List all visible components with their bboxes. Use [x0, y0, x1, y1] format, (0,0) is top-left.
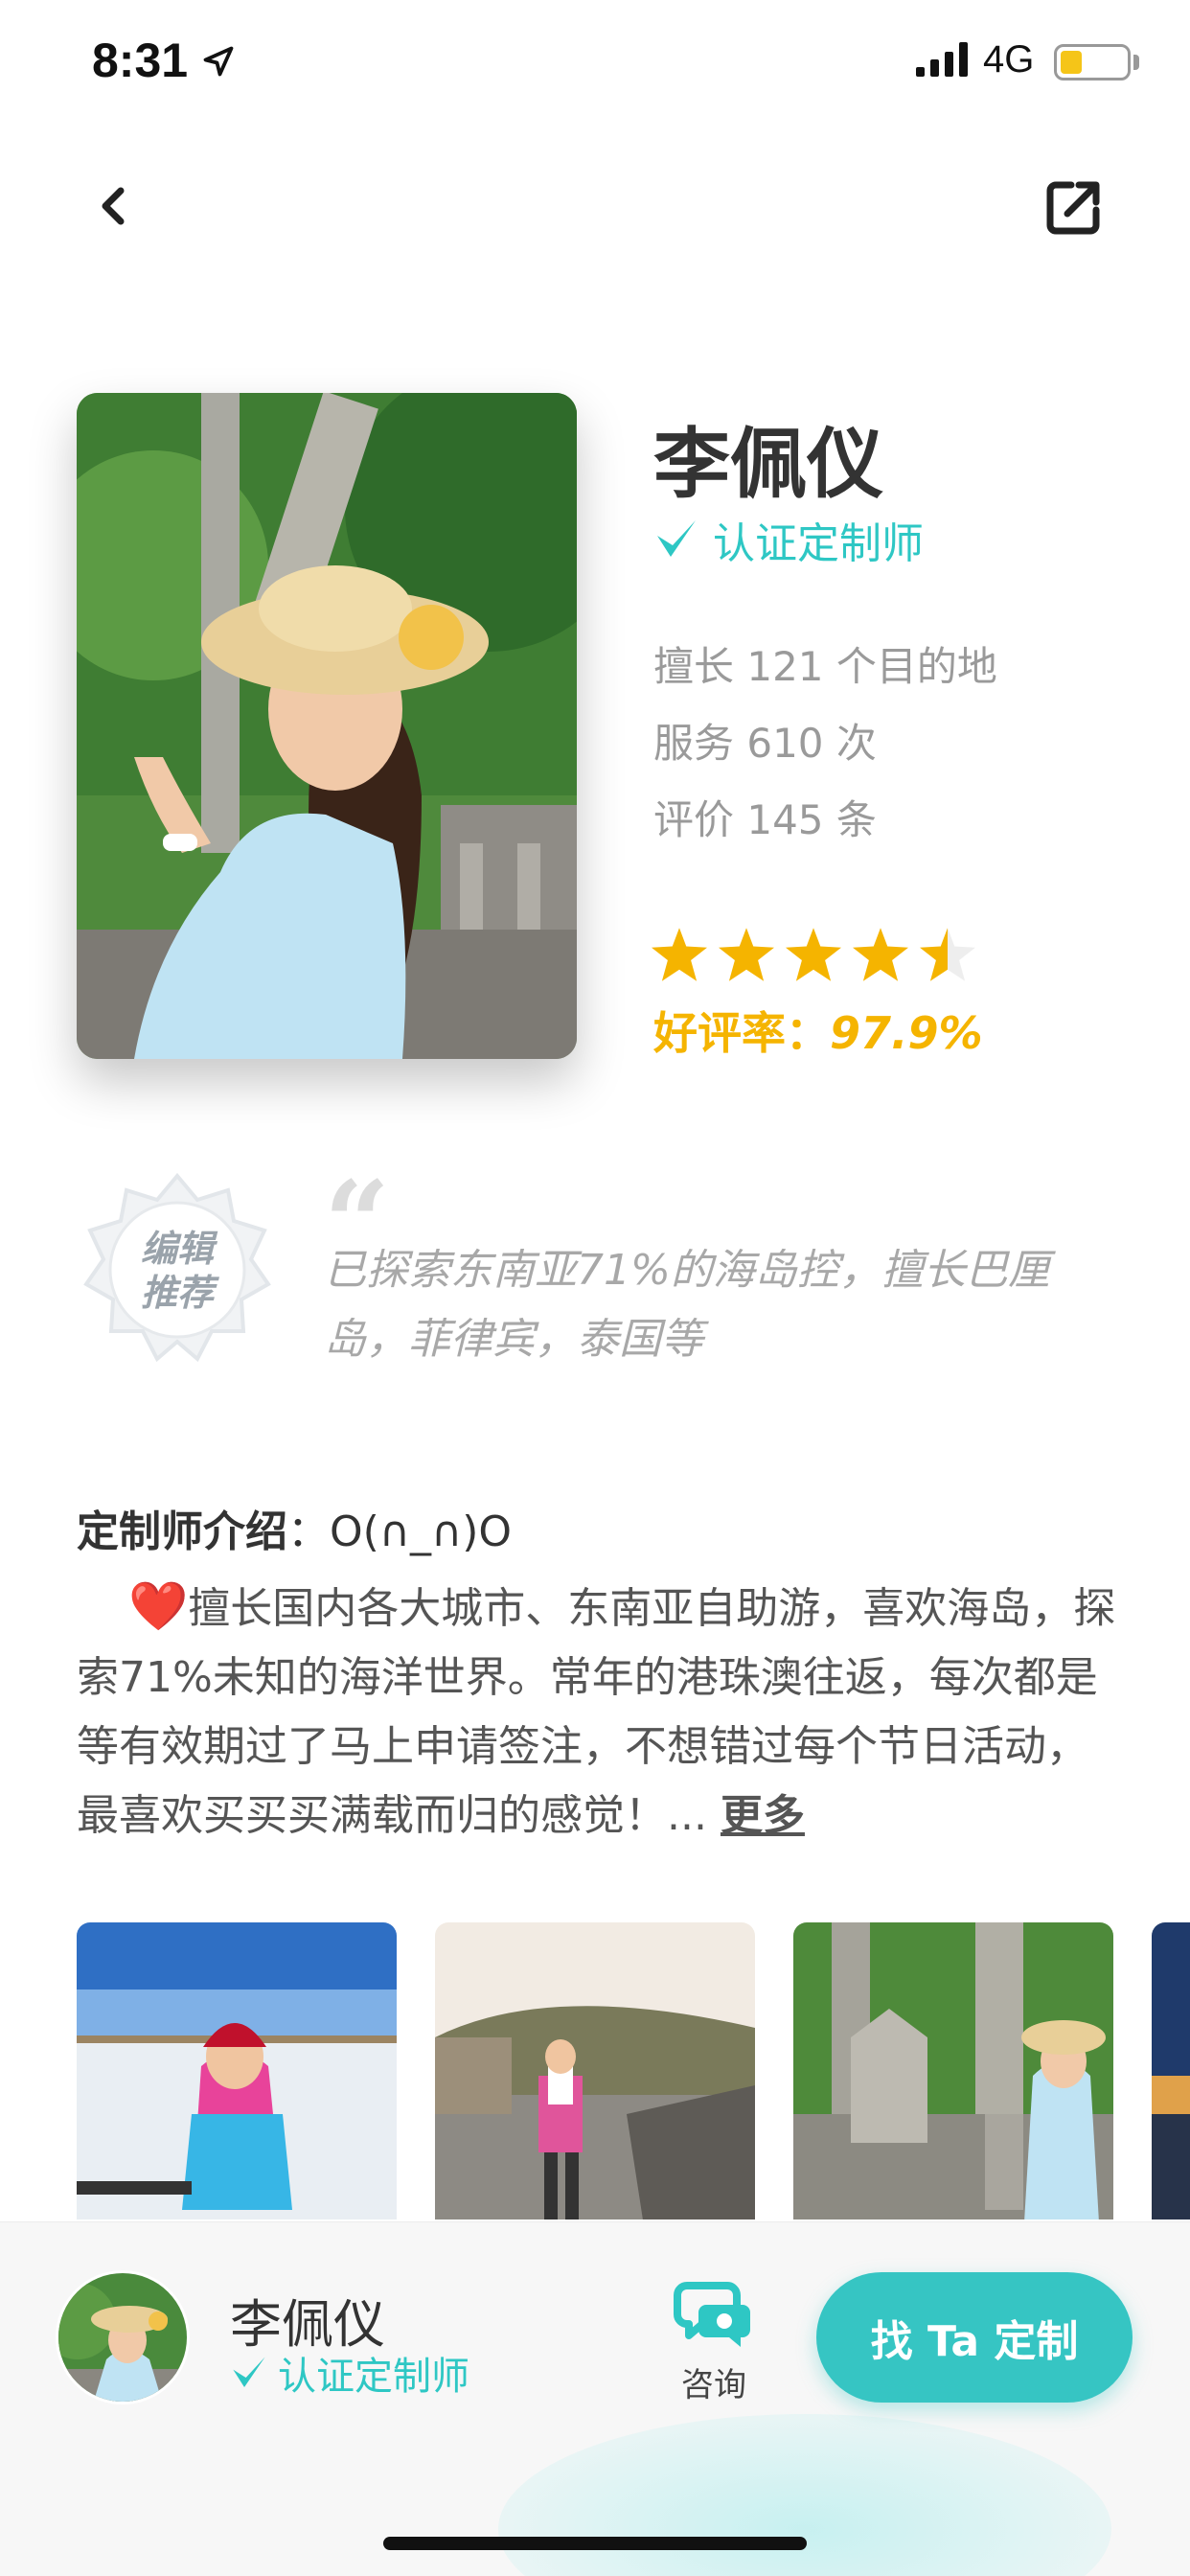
verified-badge: 认证定制师	[653, 511, 924, 568]
verified-check-icon	[233, 2357, 265, 2387]
intro-heading: 定制师介绍：O(∩_∩)O	[77, 1497, 512, 1558]
intro-heading-suffix: ：O(∩_∩)O	[287, 1507, 513, 1556]
location-arrow-icon	[203, 46, 234, 77]
verified-check-icon	[657, 520, 696, 557]
intro-text: ❤️擅长国内各大城市、东南亚自助游，喜欢海岛，探索71%未知的海洋世界。常年的港…	[77, 1572, 1121, 1851]
bottom-glow	[498, 2414, 1111, 2576]
designer-name: 李佩仪	[653, 420, 883, 509]
half-star-icon	[920, 928, 975, 981]
intro-body: 擅长国内各大城市、东南亚自助游，喜欢海岛，探索71%未知的海洋世界。常年的港珠澳…	[77, 1584, 1116, 1840]
stat-services: 服务 610 次	[653, 720, 877, 767]
chat-bubble-icon	[674, 2282, 750, 2347]
stat-reviews: 评价 145 条	[653, 796, 877, 843]
badge-line-1: 编辑	[140, 1228, 214, 1270]
gallery-photo[interactable]	[435, 1922, 755, 2220]
bottom-verified-label: 认证定制师	[278, 2355, 469, 2399]
bottom-verified-badge: 认证定制师	[230, 2345, 469, 2401]
star-icon	[719, 928, 774, 981]
stat-destinations: 擅长 121 个目的地	[653, 643, 997, 690]
bottom-action-bar: 李佩仪 认证定制师 咨询 找 Ta 定制	[0, 2221, 1190, 2576]
profile-photo[interactable]	[77, 393, 577, 1059]
gallery-photo[interactable]	[793, 1922, 1113, 2220]
positive-rating: 好评率：97.9%	[653, 999, 983, 1062]
intro-heading-label: 定制师介绍	[77, 1507, 287, 1556]
back-chevron-icon[interactable]	[86, 177, 144, 235]
home-indicator	[383, 2537, 807, 2550]
rating-value: 97.9%	[830, 1007, 983, 1059]
status-bar: 8:31 4G	[0, 0, 1190, 126]
network-type: 4G	[983, 38, 1035, 80]
star-icon	[652, 928, 707, 981]
consult-label: 咨询	[681, 2366, 746, 2404]
avatar[interactable]	[56, 2270, 190, 2404]
verified-label: 认证定制师	[713, 519, 924, 568]
share-icon[interactable]	[1044, 177, 1104, 237]
signal-icon	[916, 42, 968, 77]
editor-quote: 已探索东南亚71%的海岛控，擅长巴厘岛，菲律宾，泰国等	[324, 1246, 1050, 1364]
star-icon	[786, 928, 841, 981]
status-time: 8:31	[92, 34, 189, 87]
rating-label: 好评率：	[653, 1007, 830, 1059]
battery-icon	[1054, 44, 1131, 80]
battery-cap	[1133, 55, 1139, 70]
star-rating	[652, 928, 975, 981]
gallery-photo[interactable]	[1152, 1922, 1190, 2220]
consult-button[interactable]: 咨询	[671, 2280, 757, 2405]
customize-cta-button[interactable]: 找 Ta 定制	[816, 2272, 1133, 2403]
more-link[interactable]: 更多	[721, 1791, 805, 1840]
star-icon	[853, 928, 908, 981]
heart-icon: ❤️	[128, 1578, 189, 1634]
gallery-photo[interactable]	[77, 1922, 397, 2220]
badge-line-2: 推荐	[140, 1272, 214, 1314]
editor-pick-label: 编辑 推荐	[77, 1227, 278, 1315]
photo-gallery[interactable]	[77, 1922, 1190, 2220]
